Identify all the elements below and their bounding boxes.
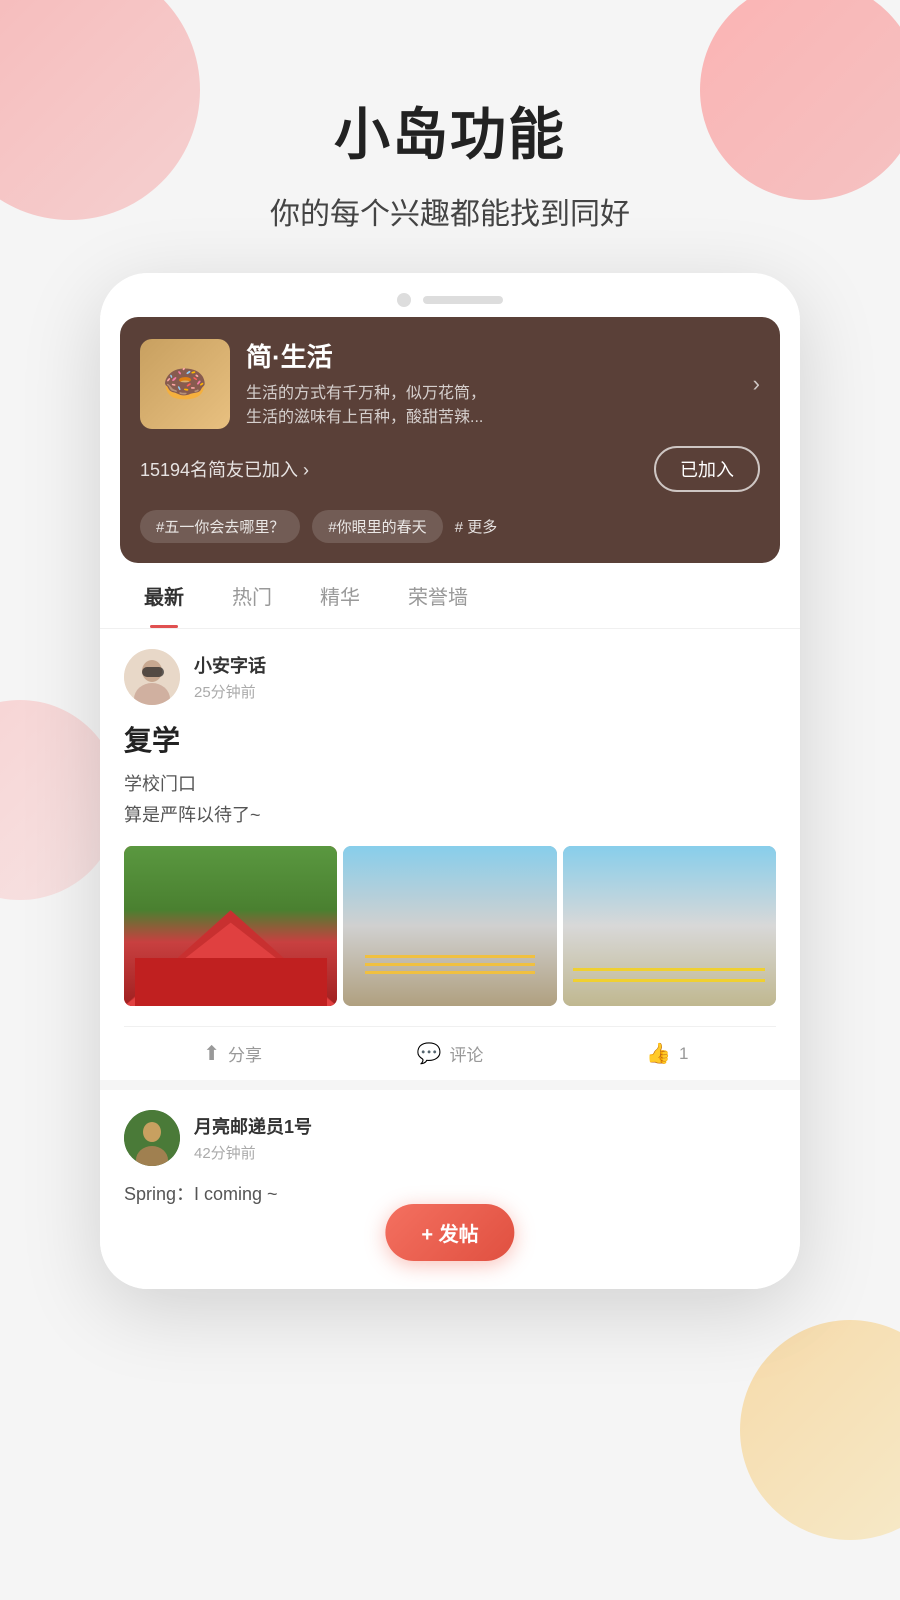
like-icon: 👍 xyxy=(646,1041,671,1066)
page-title: 小岛功能 xyxy=(0,90,900,171)
island-header: 🍩 简·生活 生活的方式有千万种，似万花筒， 生活的滋味有上百种，酸甜苦辣...… xyxy=(140,337,760,430)
post-1-images xyxy=(124,846,776,1006)
island-info: 简·生活 生活的方式有千万种，似万花筒， 生活的滋味有上百种，酸甜苦辣... xyxy=(246,337,737,430)
island-tags: #五一你会去哪里？ #你眼里的春天 # 更多 xyxy=(140,510,760,543)
post-2-user-info: 月亮邮递员1号 42分钟前 xyxy=(194,1113,312,1163)
post-image-1[interactable] xyxy=(124,846,337,1006)
post-divider xyxy=(100,1080,800,1090)
tab-bar: 最新 热门 精华 荣誉墙 xyxy=(100,563,800,629)
page-subtitle: 你的每个兴趣都能找到同好 xyxy=(0,189,900,233)
island-tag-2[interactable]: #你眼里的春天 xyxy=(312,510,442,543)
like-count: 1 xyxy=(679,1044,688,1064)
user-avatar-icon xyxy=(124,649,180,705)
post-1-actions: ⬆ 分享 💬 评论 👍 1 xyxy=(124,1026,776,1080)
island-tag-1[interactable]: #五一你会去哪里？ xyxy=(140,510,300,543)
post-1-username[interactable]: 小安字话 xyxy=(194,652,266,678)
bg-circle-bottom-right xyxy=(740,1320,900,1540)
post-2-username[interactable]: 月亮邮递员1号 xyxy=(194,1113,312,1139)
post-1-user-info: 小安字话 25分钟前 xyxy=(194,652,266,702)
tab-honor[interactable]: 荣誉墙 xyxy=(384,563,492,628)
share-label: 分享 xyxy=(228,1041,262,1066)
fab-post-button[interactable]: + 发帖 xyxy=(385,1204,514,1261)
island-members-row: 15194名简友已加入 › 已加入 xyxy=(140,446,760,492)
island-members-text[interactable]: 15194名简友已加入 › xyxy=(140,456,309,482)
user2-avatar-icon xyxy=(124,1110,180,1166)
like-action[interactable]: 👍 1 xyxy=(559,1041,776,1066)
post-1-content: 学校门口 算是严阵以待了~ xyxy=(124,769,776,830)
post-image-2[interactable] xyxy=(343,846,556,1006)
island-avatar: 🍩 xyxy=(140,339,230,429)
share-action[interactable]: ⬆ 分享 xyxy=(124,1041,341,1066)
tab-hot[interactable]: 热门 xyxy=(208,563,296,628)
comment-action[interactable]: 💬 评论 xyxy=(341,1041,558,1066)
comment-icon: 💬 xyxy=(417,1041,442,1066)
post-1: 小安字话 25分钟前 复学 学校门口 算是严阵以待了~ xyxy=(100,629,800,1080)
island-name: 简·生活 xyxy=(246,337,737,374)
post-image-3[interactable] xyxy=(563,846,776,1006)
tab-latest[interactable]: 最新 xyxy=(120,563,208,628)
post-1-title: 复学 xyxy=(124,719,776,759)
island-desc: 生活的方式有千万种，似万花筒， 生活的滋味有上百种，酸甜苦辣... xyxy=(246,382,737,430)
post-1-time: 25分钟前 xyxy=(194,681,266,702)
share-icon: ⬆ xyxy=(203,1041,220,1066)
island-more-tags[interactable]: # 更多 xyxy=(455,516,498,537)
island-card: 🍩 简·生活 生活的方式有千万种，似万花筒， 生活的滋味有上百种，酸甜苦辣...… xyxy=(120,317,780,563)
phone-camera xyxy=(397,293,411,307)
island-join-button[interactable]: 已加入 xyxy=(654,446,760,492)
tab-featured[interactable]: 精华 xyxy=(296,563,384,628)
post-2-avatar xyxy=(124,1110,180,1166)
island-desc-line1: 生活的方式有千万种，似万花筒， xyxy=(246,385,486,402)
post-2: 月亮邮递员1号 42分钟前 Spring：I coming ~ + 发帖 xyxy=(100,1090,800,1289)
post-1-avatar xyxy=(124,649,180,705)
phone-speaker xyxy=(423,296,503,304)
phone-top-bar xyxy=(100,273,800,317)
phone-mockup: 🍩 简·生活 生活的方式有千万种，似万花筒， 生活的滋味有上百种，酸甜苦辣...… xyxy=(100,273,800,1289)
comment-label: 评论 xyxy=(449,1041,483,1066)
header-section: 小岛功能 你的每个兴趣都能找到同好 xyxy=(0,0,900,273)
island-desc-line2: 生活的滋味有上百种，酸甜苦辣... xyxy=(246,409,483,426)
island-arrow-icon[interactable]: › xyxy=(753,371,760,397)
post-2-time: 42分钟前 xyxy=(194,1142,312,1163)
post-1-user: 小安字话 25分钟前 xyxy=(124,649,776,705)
post-2-user: 月亮邮递员1号 42分钟前 xyxy=(124,1110,776,1166)
